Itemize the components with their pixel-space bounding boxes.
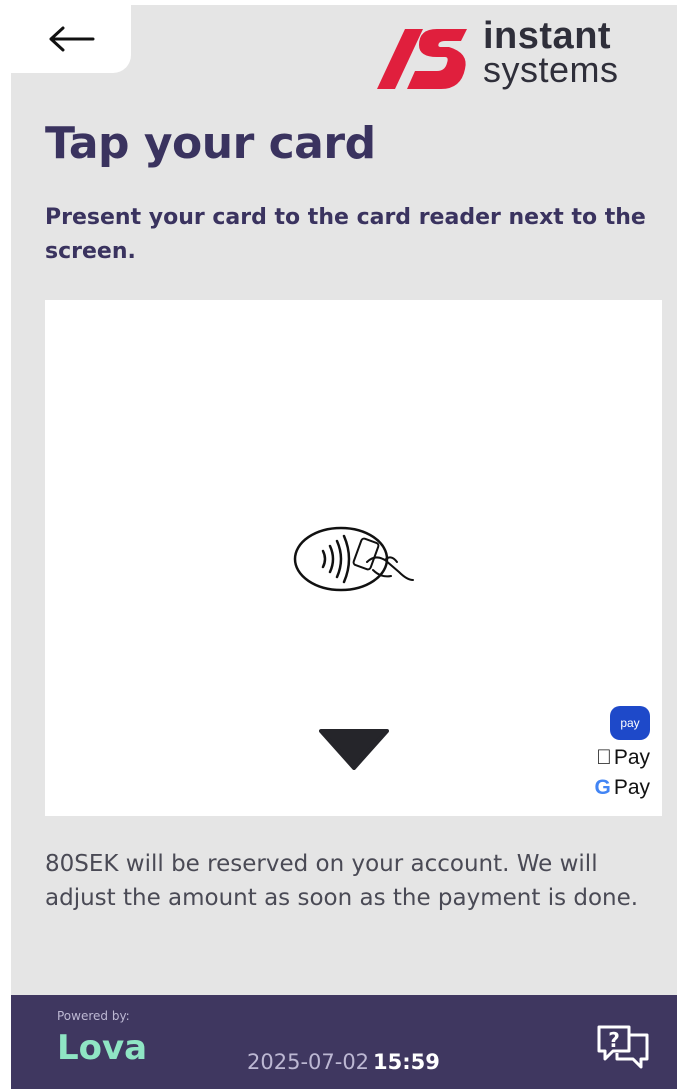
datetime-display: 2025-07-02 15:59 (247, 1050, 440, 1074)
footer-bar: Powered by: Lova 2025-07-02 15:59 ? (11, 995, 677, 1089)
svg-text:?: ? (608, 1028, 620, 1052)
apple-pay-label: Pay (613, 746, 650, 769)
apple-pay-logo: Pay (586, 746, 650, 770)
samsung-pay-icon: pay (610, 706, 650, 740)
help-button[interactable]: ? (593, 1021, 653, 1077)
logo-word-systems: systems (483, 49, 619, 90)
date-text: 2025-07-02 (247, 1050, 370, 1074)
google-pay-label: Pay (613, 776, 650, 799)
time-text: 15:59 (373, 1050, 440, 1074)
google-g-icon: G (594, 776, 611, 799)
help-chat-icon: ? (597, 1025, 649, 1069)
page-title: Tap your card (45, 118, 376, 169)
logo-word-instant: instant (483, 15, 612, 57)
instant-systems-logo-mark (377, 29, 467, 89)
contactless-card-tap-icon (293, 526, 414, 592)
card-reader-panel: pay Pay GPay (45, 300, 662, 816)
instant-systems-logo: instant systems (375, 15, 645, 99)
logo-wordmark: instant systems (483, 15, 619, 90)
arrow-left-icon (49, 26, 95, 52)
digital-wallets: pay Pay GPay (586, 706, 650, 800)
google-pay-logo: G Pay (586, 776, 650, 800)
triangle-down-icon (319, 729, 389, 770)
back-button[interactable] (11, 5, 131, 73)
apple-icon:  (596, 746, 612, 769)
payment-screen: instant systems Tap your card Present yo… (11, 5, 677, 1089)
reservation-notice: 80SEK will be reserved on your account. … (45, 851, 639, 911)
powered-by-label: Powered by: (57, 1009, 130, 1023)
brand-logo: Lova (57, 1028, 148, 1068)
page-instruction: Present your card to the card reader nex… (45, 205, 646, 264)
